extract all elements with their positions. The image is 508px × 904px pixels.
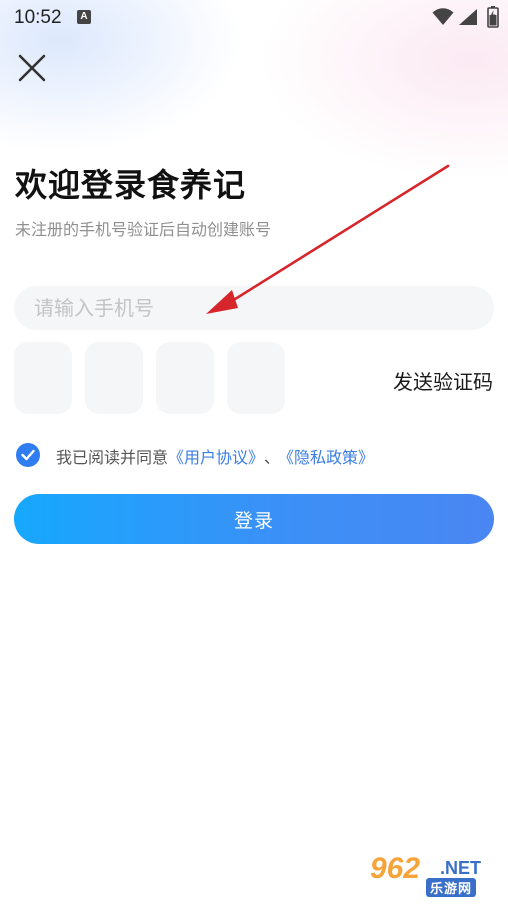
watermark-logo: 962 .NET 乐游网 — [364, 852, 500, 898]
wifi-icon — [432, 8, 454, 30]
status-bar: 10:52 A — [0, 0, 508, 36]
login-button[interactable]: 登录 — [14, 494, 494, 544]
page-subtitle: 未注册的手机号验证后自动创建账号 — [15, 220, 272, 239]
signal-icon — [458, 8, 478, 30]
notification-a-icon: A — [77, 10, 91, 24]
agreement-prefix: 我已阅读并同意 — [56, 448, 169, 467]
user-agreement-link[interactable]: 《用户协议》 — [168, 448, 256, 467]
check-icon — [21, 449, 35, 461]
send-code-button[interactable]: 发送验证码 — [393, 366, 493, 395]
page-title: 欢迎登录食养记 — [15, 166, 247, 204]
status-time: 10:52 — [14, 7, 62, 28]
battery-icon — [487, 6, 499, 32]
phone-input[interactable] — [14, 286, 494, 330]
agreement-checkbox[interactable] — [16, 443, 40, 467]
privacy-policy-link[interactable]: 《隐私政策》 — [286, 448, 374, 467]
agreement-separator: 、 — [264, 448, 281, 467]
close-button[interactable] — [16, 52, 48, 84]
watermark-site-name: 乐游网 — [426, 878, 477, 897]
code-digit-3[interactable] — [156, 342, 214, 414]
code-digit-1[interactable] — [14, 342, 72, 414]
watermark-number: 962 — [370, 852, 421, 885]
watermark-suffix: .NET — [440, 858, 482, 878]
code-digit-2[interactable] — [85, 342, 143, 414]
close-icon — [18, 54, 46, 82]
code-digit-4[interactable] — [227, 342, 285, 414]
agreement-text: 我已阅读并同意《用户协议》、《隐私政策》 — [56, 444, 374, 468]
